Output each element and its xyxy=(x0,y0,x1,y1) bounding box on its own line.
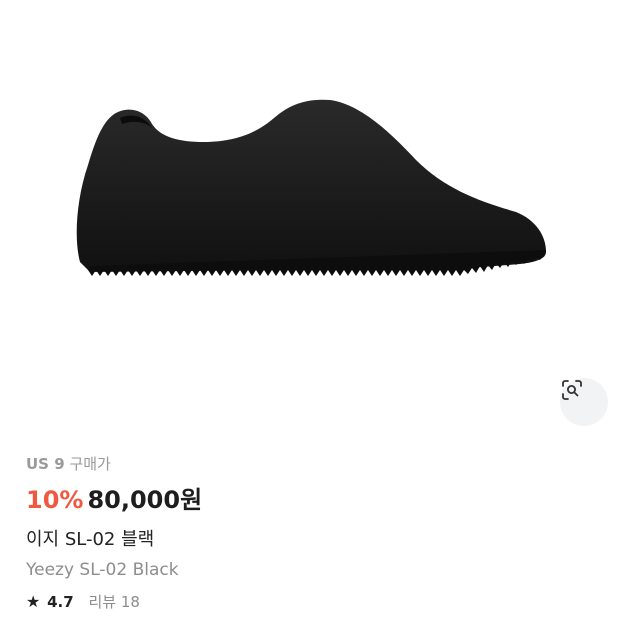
image-search-button[interactable] xyxy=(560,378,608,426)
shoe-image xyxy=(76,99,546,276)
discount-rate: 10% xyxy=(26,486,84,514)
review-count: 리뷰 18 xyxy=(88,593,140,611)
lens-search-icon xyxy=(562,380,582,400)
product-detail-page: US 9 구매가 10% 80,000원 이지 SL-02 블랙 Yeezy SL… xyxy=(0,0,620,620)
rating-score: 4.7 xyxy=(47,593,74,611)
product-info: US 9 구매가 10% 80,000원 이지 SL-02 블랙 Yeezy SL… xyxy=(26,452,596,614)
size-label: US 9 xyxy=(26,455,65,473)
star-icon: ★ xyxy=(26,592,41,611)
rating-line[interactable]: ★ 4.7 리뷰 18 xyxy=(26,590,596,614)
shoe-upper xyxy=(76,99,546,272)
price: 80,000원 xyxy=(87,486,203,514)
product-name-english[interactable]: Yeezy SL-02 Black xyxy=(26,556,596,584)
price-line: 10% 80,000원 xyxy=(26,482,596,518)
product-name-korean[interactable]: 이지 SL-02 블랙 xyxy=(26,526,596,554)
product-image xyxy=(0,0,620,440)
purchase-price-label: 구매가 xyxy=(69,455,111,473)
size-purchase-line: US 9 구매가 xyxy=(26,452,596,476)
